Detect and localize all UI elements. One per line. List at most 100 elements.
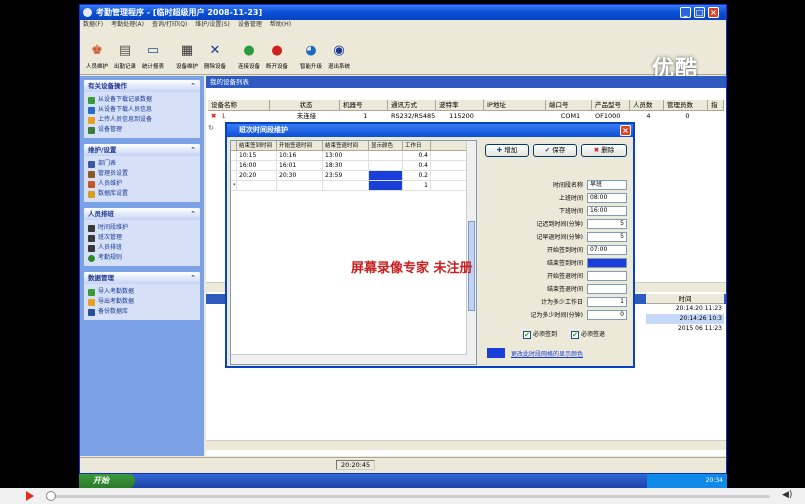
start-time-field[interactable]: 08:00 xyxy=(587,193,627,203)
dialog-close-button[interactable]: × xyxy=(620,125,631,136)
sidebar-item-device-mgmt[interactable]: 设备管理 xyxy=(88,125,196,135)
connect-device-button[interactable]: ● 连接设备 xyxy=(235,31,263,73)
table-cell[interactable]: 0.4 xyxy=(403,151,431,160)
column-header[interactable]: 产品型号 xyxy=(592,100,630,110)
table-row[interactable]: 20:20 20:30 23:59 0.2 xyxy=(231,171,476,181)
menu-attendance[interactable]: 考勤处理(A) xyxy=(111,20,144,30)
device-maint-button[interactable]: ▦ 设备维护 xyxy=(173,31,201,73)
sidebar-item-export[interactable]: 导出考勤数据 xyxy=(88,297,196,307)
staff-maint-button[interactable]: ♚ 人员维护 xyxy=(83,31,111,73)
menu-device[interactable]: 设备管理 xyxy=(238,20,262,30)
sidebar-item-timeslots[interactable]: 时间段维护 xyxy=(88,223,196,233)
checkin-end-field[interactable] xyxy=(587,258,627,268)
table-cell[interactable]: 1 xyxy=(403,181,431,190)
progress-track[interactable] xyxy=(50,495,770,498)
sidebar-item-download-staff[interactable]: 从设备下载人员信息 xyxy=(88,105,196,115)
color-cell[interactable] xyxy=(369,151,403,160)
table-cell[interactable]: 18:30 xyxy=(323,161,369,170)
column-header[interactable]: 端口号 xyxy=(546,100,592,110)
column-header[interactable]: 工作日 xyxy=(403,141,431,150)
horizontal-scrollbar[interactable] xyxy=(206,440,726,450)
column-header[interactable]: 设备名称 xyxy=(208,100,270,110)
minutes-field[interactable]: 0 xyxy=(587,310,627,320)
table-row[interactable]: 16:00 16:01 18:30 0.4 xyxy=(231,161,476,171)
table-row[interactable]: * 1 xyxy=(231,181,476,191)
color-cell[interactable] xyxy=(369,161,403,170)
change-color-link[interactable]: 更改此时段网格的显示颜色 xyxy=(511,349,583,358)
sidebar-item-download-records[interactable]: 从设备下载记录数据 xyxy=(88,95,196,105)
column-header[interactable]: 结束签到时间 xyxy=(237,141,277,150)
checkout-start-field[interactable] xyxy=(587,271,627,281)
column-header[interactable]: 机器号 xyxy=(340,100,388,110)
pane-header[interactable]: 有关设备操作 ⌃ xyxy=(84,80,200,92)
pane-header[interactable]: 人员排班 ⌃ xyxy=(84,208,200,220)
sidebar-item-staff-schedule[interactable]: 人员排班 xyxy=(88,243,196,253)
table-cell[interactable]: 10:16 xyxy=(277,151,323,160)
table-cell[interactable]: 0.4 xyxy=(403,161,431,170)
end-time-field[interactable]: 16:00 xyxy=(587,206,627,216)
pane-header[interactable]: 维护/设置 ⌃ xyxy=(84,144,200,156)
workdays-field[interactable]: 1 xyxy=(587,297,627,307)
table-cell[interactable] xyxy=(277,181,323,190)
volume-icon[interactable]: ◀) xyxy=(782,490,792,500)
slot-name-field[interactable]: 早班 xyxy=(587,180,627,190)
table-cell[interactable] xyxy=(237,181,277,190)
minimize-button[interactable]: _ xyxy=(680,7,691,18)
list-item[interactable]: 2015 06 11:23 xyxy=(646,324,724,334)
color-swatch[interactable] xyxy=(487,348,505,358)
menu-settings[interactable]: 维护/设置(S) xyxy=(195,20,230,30)
column-header[interactable]: 结束签退时间 xyxy=(323,141,369,150)
sidebar-item-admins[interactable]: 管理员设置 xyxy=(88,169,196,179)
column-header[interactable]: 指 xyxy=(708,100,724,110)
table-cell[interactable]: 0.2 xyxy=(403,171,431,180)
pane-header[interactable]: 数据管理 ⌃ xyxy=(84,272,200,284)
exit-button[interactable]: ◉ 退出系统 xyxy=(325,31,353,73)
list-item[interactable]: 20:14:20 11:23 xyxy=(646,304,724,314)
horizontal-scrollbar[interactable] xyxy=(231,354,467,364)
column-header[interactable]: 波特率 xyxy=(436,100,484,110)
column-header[interactable]: 开始签退时间 xyxy=(277,141,323,150)
list-item[interactable]: 20:14:26 10:3 xyxy=(646,314,724,324)
menu-query[interactable]: 查询/打印(Q) xyxy=(152,20,187,30)
play-icon[interactable] xyxy=(26,491,34,501)
sidebar-item-shifts[interactable]: 班次管理 xyxy=(88,233,196,243)
column-header[interactable]: 通讯方式 xyxy=(388,100,436,110)
maximize-button[interactable]: □ xyxy=(694,7,705,18)
sidebar-item-import[interactable]: 导入考勤数据 xyxy=(88,287,196,297)
table-cell[interactable]: 16:00 xyxy=(237,161,277,170)
column-header[interactable]: 管理员数 xyxy=(664,100,708,110)
color-cell[interactable] xyxy=(369,171,403,180)
table-cell[interactable]: 20:20 xyxy=(237,171,277,180)
delete-button[interactable]: ✖ 删除 xyxy=(581,144,627,157)
column-header[interactable]: 状态 xyxy=(270,100,340,110)
sidebar-item-database[interactable]: 数据库设置 xyxy=(88,189,196,199)
start-button[interactable]: 开始 xyxy=(79,474,135,488)
sidebar-item-rules[interactable]: 考勤规则 xyxy=(88,253,196,263)
must-checkin-checkbox[interactable]: ✔ 必须签到 xyxy=(523,330,557,339)
disconnect-device-button[interactable]: ● 断开设备 xyxy=(263,31,291,73)
table-cell[interactable]: 13:00 xyxy=(323,151,369,160)
sidebar-item-backup[interactable]: 备份数据库 xyxy=(88,307,196,317)
vertical-scrollbar[interactable] xyxy=(466,141,476,364)
add-button[interactable]: ✚ 增加 xyxy=(485,144,529,157)
sidebar-item-staff[interactable]: 人员维护 xyxy=(88,179,196,189)
column-header[interactable]: IP地址 xyxy=(484,100,546,110)
close-button[interactable]: × xyxy=(708,7,719,18)
report-button[interactable]: ▭ 统计报表 xyxy=(139,31,167,73)
late-minutes-field[interactable]: 5 xyxy=(587,219,627,229)
table-row[interactable]: 10:15 10:16 13:00 0.4 xyxy=(231,151,476,161)
menu-data[interactable]: 数据(F) xyxy=(83,20,103,30)
checkout-end-field[interactable] xyxy=(587,284,627,294)
menu-help[interactable]: 帮助(H) xyxy=(270,20,291,30)
upgrade-button[interactable]: ◕ 智能升级 xyxy=(297,31,325,73)
attendance-record-button[interactable]: ▤ 出勤记录 xyxy=(111,31,139,73)
sidebar-item-departments[interactable]: 部门表 xyxy=(88,159,196,169)
time-column-header[interactable]: 时间 xyxy=(646,294,724,304)
color-cell[interactable] xyxy=(369,181,403,190)
table-cell[interactable]: 16:01 xyxy=(277,161,323,170)
checkin-start-field[interactable]: 07:00 xyxy=(587,245,627,255)
column-header[interactable]: 人员数 xyxy=(630,100,664,110)
must-checkout-checkbox[interactable]: ✔ 必须签退 xyxy=(571,330,605,339)
table-cell[interactable]: 10:15 xyxy=(237,151,277,160)
table-row[interactable]: ✖ 1 未连接 1 RS232/RS485 115200 COM1 OF1000… xyxy=(208,111,724,122)
